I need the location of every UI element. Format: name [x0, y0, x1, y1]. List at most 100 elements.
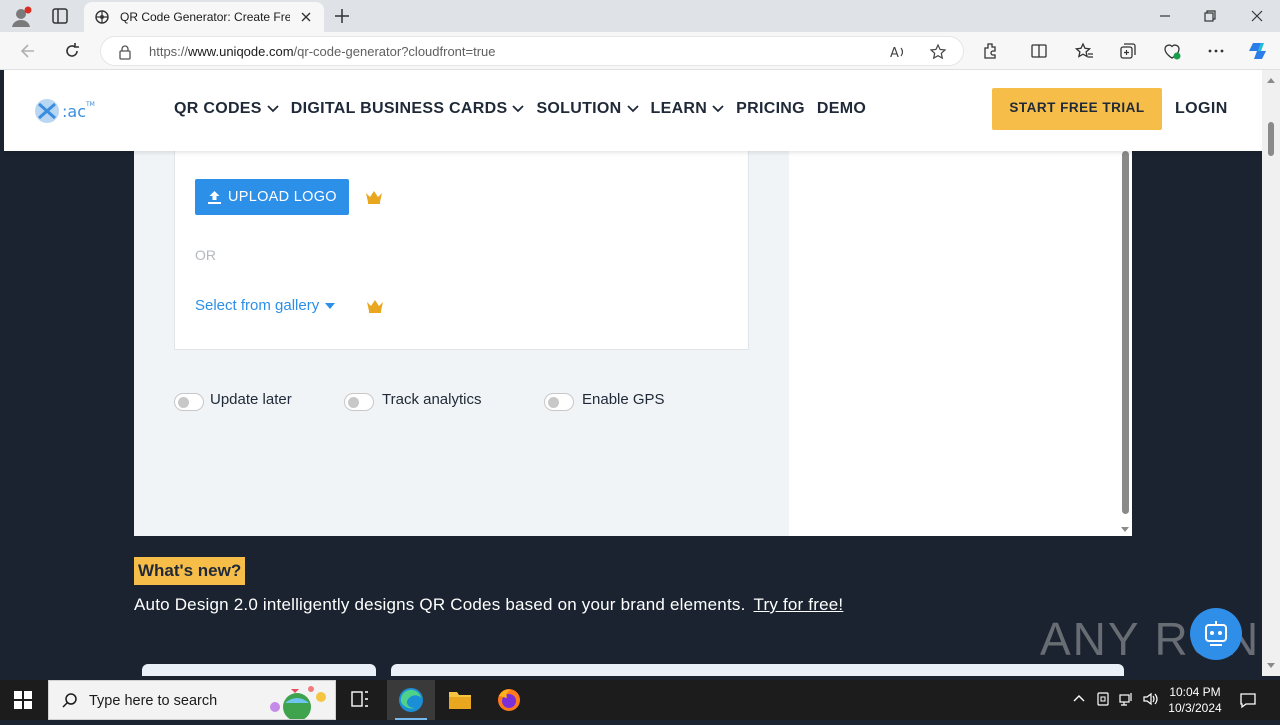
volume-icon[interactable] [1142, 691, 1158, 707]
search-placeholder: Type here to search [89, 693, 218, 709]
qr-settings-panel: UPLOAD LOGO OR Select from gallery Updat… [134, 151, 789, 536]
address-toolbar: https://www.uniqode.com/qr-code-generato… [0, 32, 1280, 70]
refresh-icon[interactable] [62, 41, 82, 61]
close-tab-icon[interactable] [298, 9, 314, 25]
browser-tab-bar: QR Code Generator: Create Free QR Codes [0, 0, 1280, 32]
edge-icon [399, 688, 423, 712]
chevron-down-icon [712, 105, 724, 113]
track-analytics-toggle[interactable]: Track analytics [344, 390, 482, 411]
nav-label: SOLUTION [536, 100, 622, 117]
tab-actions-icon[interactable] [50, 6, 70, 26]
system-clock[interactable]: 10:04 PM 10/3/2024 [1160, 684, 1230, 716]
url-input[interactable]: https://www.uniqode.com/qr-code-generato… [100, 36, 964, 66]
nav-learn[interactable]: LEARN [651, 100, 725, 118]
taskbar-firefox[interactable] [485, 680, 533, 720]
search-highlight-illustration-icon [270, 686, 326, 719]
chat-widget-button[interactable] [1190, 608, 1242, 660]
profile-icon[interactable] [10, 6, 32, 28]
minimize-icon[interactable] [1155, 6, 1175, 26]
svg-text:A: A [890, 46, 899, 61]
page-scrollbar[interactable] [1262, 70, 1280, 676]
start-free-trial-button[interactable]: START FREE TRIAL [992, 88, 1162, 130]
lock-icon[interactable] [117, 44, 133, 60]
device-icon[interactable] [1095, 691, 1111, 707]
uniqode-logo[interactable]: :ac TM [34, 96, 98, 126]
update-later-toggle[interactable]: Update later [174, 390, 292, 411]
back-icon[interactable] [18, 41, 38, 61]
preview-scrollbar[interactable] [1119, 151, 1132, 536]
nav-label: DEMO [816, 100, 867, 117]
site-header: :ac TM QR CODES DIGITAL BUSINESS CARDS S… [4, 70, 1262, 151]
toggle-switch[interactable] [544, 393, 574, 411]
taskbar-edge-app[interactable] [387, 680, 435, 720]
nav-label: DIGITAL BUSINESS CARDS [290, 100, 508, 117]
scroll-down-arrow-icon[interactable] [1121, 527, 1129, 532]
login-link[interactable]: LOGIN [1175, 100, 1228, 118]
task-view-icon [351, 691, 368, 707]
caret-down-icon [325, 302, 336, 309]
feature-card [142, 664, 376, 676]
nav-pricing[interactable]: PRICING [736, 100, 805, 118]
toggle-switch[interactable] [344, 393, 374, 411]
svg-text::ac: :ac [62, 102, 86, 121]
browser-essentials-icon[interactable] [1162, 41, 1182, 61]
toggle-knob [348, 397, 359, 408]
toggle-knob [178, 397, 189, 408]
nav-qr-codes[interactable]: QR CODES [174, 100, 279, 118]
whats-new-badge: What's new? [134, 557, 246, 585]
nav-demo[interactable]: DEMO [817, 100, 866, 118]
read-aloud-icon[interactable]: A [889, 43, 907, 61]
notifications-icon[interactable] [1238, 690, 1258, 710]
qr-preview-panel [789, 151, 1132, 536]
logo-upload-box: UPLOAD LOGO OR Select from gallery [174, 151, 749, 350]
scroll-down-arrow-icon[interactable] [1267, 663, 1275, 668]
nav-digital-business-cards[interactable]: DIGITAL BUSINESS CARDS [291, 100, 525, 118]
close-window-icon[interactable] [1247, 6, 1267, 26]
extensions-icon[interactable] [981, 41, 1001, 61]
show-hidden-icons-icon[interactable] [1071, 691, 1087, 707]
task-view-button[interactable] [336, 680, 384, 720]
clock-date: 10/3/2024 [1168, 701, 1222, 715]
chevron-down-icon [267, 105, 279, 113]
toggle-label: Track analytics [382, 390, 482, 408]
network-icon[interactable] [1118, 691, 1134, 707]
upload-logo-button[interactable]: UPLOAD LOGO [195, 179, 349, 215]
windows-taskbar: Type here to search 10:04 PM 10/3/2024 [0, 680, 1280, 720]
search-icon [62, 693, 77, 708]
select-from-gallery-link[interactable]: Select from gallery [195, 297, 336, 314]
upload-logo-label: UPLOAD LOGO [228, 189, 337, 205]
folder-icon [449, 692, 471, 709]
browser-tab-active[interactable]: QR Code Generator: Create Free QR Codes [84, 2, 324, 32]
scrollbar-thumb[interactable] [1122, 151, 1129, 514]
try-for-free-link[interactable]: Try for free! [754, 595, 844, 614]
toggle-knob [548, 397, 559, 408]
premium-crown-icon [366, 191, 382, 204]
taskbar-file-explorer[interactable] [436, 680, 484, 720]
svg-text:TM: TM [85, 101, 95, 108]
enable-gps-toggle[interactable]: Enable GPS [544, 390, 665, 411]
windows-start-icon[interactable] [14, 691, 32, 709]
scroll-up-arrow-icon[interactable] [1267, 78, 1275, 83]
taskbar-search-input[interactable]: Type here to search [48, 680, 336, 720]
tab-title: QR Code Generator: Create Free QR Codes [120, 10, 290, 24]
toggle-switch[interactable] [174, 393, 204, 411]
toggle-label: Enable GPS [582, 390, 665, 408]
collections-icon[interactable] [1118, 41, 1138, 61]
whats-new-text: Auto Design 2.0 intelligently designs QR… [134, 595, 843, 615]
nav-label: LEARN [650, 100, 708, 117]
favorites-icon[interactable] [1074, 41, 1094, 61]
chat-icon [1205, 621, 1227, 646]
main-nav: QR CODES DIGITAL BUSINESS CARDS SOLUTION… [174, 100, 878, 118]
restore-icon[interactable] [1200, 6, 1220, 26]
firefox-icon [498, 689, 520, 711]
split-screen-icon[interactable] [1029, 41, 1049, 61]
chevron-down-icon [512, 105, 525, 113]
chevron-down-icon [626, 105, 639, 113]
favorite-star-icon[interactable] [929, 43, 947, 61]
nav-label: QR CODES [174, 100, 262, 117]
scrollbar-thumb[interactable] [1268, 122, 1274, 156]
nav-solution[interactable]: SOLUTION [536, 100, 639, 118]
copilot-icon[interactable] [1247, 40, 1269, 62]
new-tab-icon[interactable] [332, 6, 352, 26]
more-options-icon[interactable] [1206, 41, 1226, 61]
